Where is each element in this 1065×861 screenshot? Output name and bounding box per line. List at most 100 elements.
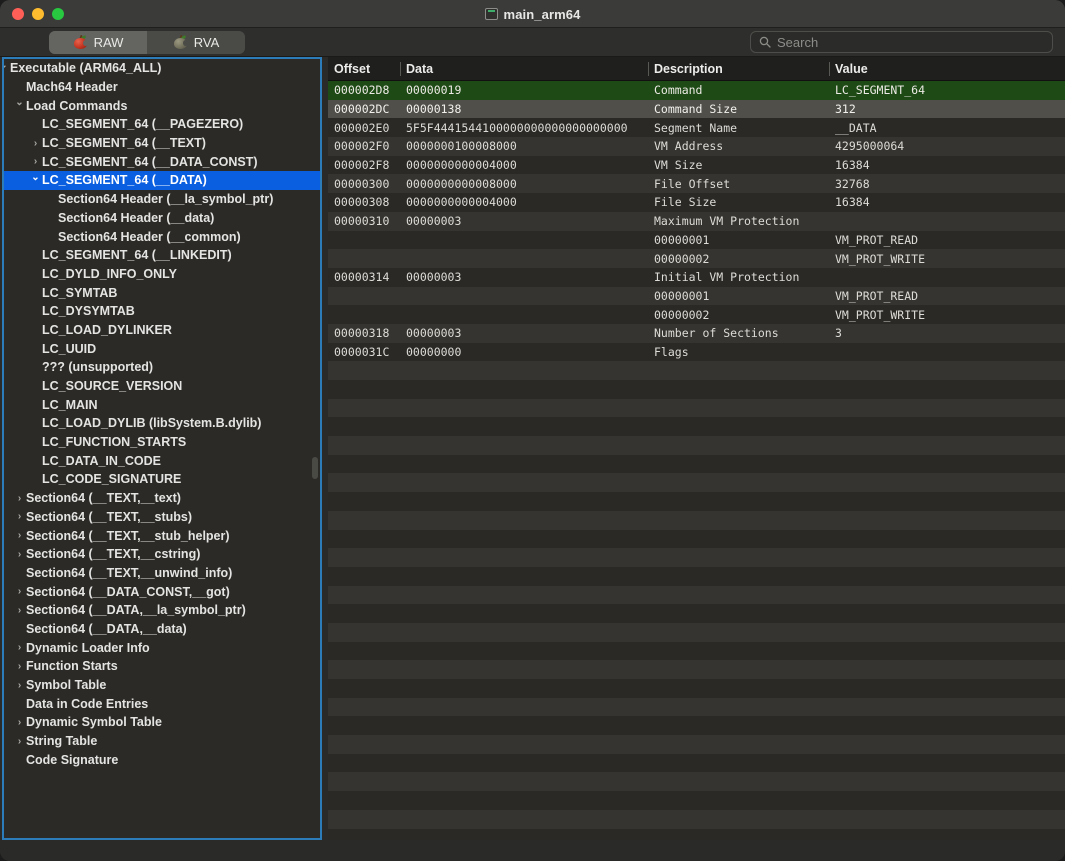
- sidebar-item-20[interactable]: LC_FUNCTION_STARTS: [4, 433, 320, 452]
- column-header-data[interactable]: Data: [400, 57, 433, 81]
- chevron-right-icon[interactable]: ›: [13, 676, 26, 695]
- sidebar-item-2[interactable]: ⌄ Load Commands: [4, 96, 320, 115]
- sidebar-item-15[interactable]: LC_UUID: [4, 339, 320, 358]
- table-row[interactable]: 00000300 0000000000008000 File Offset 32768: [328, 174, 1065, 194]
- table-row-empty[interactable]: [328, 604, 1065, 623]
- sidebar-item-29[interactable]: › Section64 (__DATA,__la_symbol_ptr): [4, 601, 320, 620]
- chevron-right-icon[interactable]: ›: [13, 508, 26, 527]
- table-row-empty[interactable]: [328, 735, 1065, 754]
- table-row[interactable]: 000002D8 00000019 Command LC_SEGMENT_64: [328, 81, 1065, 100]
- sidebar-item-21[interactable]: LC_DATA_IN_CODE: [4, 451, 320, 470]
- sidebar-item-1[interactable]: Mach64 Header: [4, 78, 320, 97]
- table-row-empty[interactable]: [328, 510, 1065, 530]
- chevron-right-icon[interactable]: ›: [13, 526, 26, 545]
- column-header-value[interactable]: Value: [829, 57, 868, 81]
- sidebar-item-9[interactable]: Section64 Header (__common): [4, 227, 320, 246]
- table-row[interactable]: 000002DC 00000138 Command Size 312: [328, 99, 1065, 119]
- view-mode-segmented-control[interactable]: RAW RVA: [49, 31, 245, 54]
- chevron-right-icon[interactable]: ›: [13, 657, 26, 676]
- chevron-right-icon[interactable]: ›: [13, 713, 26, 732]
- table-row[interactable]: 00000001 VM_PROT_READ: [328, 286, 1065, 306]
- column-header-description[interactable]: Description: [648, 57, 723, 81]
- table-row[interactable]: 000002F0 0000000100008000 VM Address 429500…: [328, 137, 1065, 156]
- table-row-empty[interactable]: [328, 791, 1065, 810]
- sidebar-item-13[interactable]: LC_DYSYMTAB: [4, 302, 320, 321]
- chevron-right-icon[interactable]: ›: [13, 489, 26, 508]
- table-row[interactable]: 00000318 00000003 Number of Sections 3: [328, 323, 1065, 343]
- sidebar-item-8[interactable]: Section64 Header (__data): [4, 209, 320, 228]
- table-row-empty[interactable]: [328, 436, 1065, 455]
- tab-rva[interactable]: RVA: [147, 31, 245, 54]
- sidebar-item-32[interactable]: › Function Starts: [4, 657, 320, 676]
- sidebar-item-12[interactable]: LC_SYMTAB: [4, 283, 320, 302]
- chevron-right-icon[interactable]: ›: [29, 134, 42, 153]
- table-row-empty[interactable]: [328, 380, 1065, 399]
- table-row-empty[interactable]: [328, 398, 1065, 418]
- table-row-empty[interactable]: [328, 697, 1065, 717]
- table-row-empty[interactable]: [328, 473, 1065, 493]
- table-row-empty[interactable]: [328, 716, 1065, 736]
- sidebar-item-5[interactable]: › LC_SEGMENT_64 (__DATA_CONST): [4, 152, 320, 171]
- sidebar-item-22[interactable]: LC_CODE_SIGNATURE: [4, 470, 320, 489]
- chevron-right-icon[interactable]: ›: [13, 732, 26, 751]
- structure-sidebar[interactable]: ⌄Executable (ARM64_ALL)Mach64 Header⌄Loa…: [2, 57, 322, 840]
- table-row[interactable]: 00000314 00000003 Initial VM Protection: [328, 267, 1065, 287]
- table-row[interactable]: 00000002 VM_PROT_WRITE: [328, 305, 1065, 324]
- sidebar-item-25[interactable]: › Section64 (__TEXT,__stub_helper): [4, 526, 320, 545]
- chevron-down-icon[interactable]: ⌄: [4, 59, 10, 75]
- sidebar-item-7[interactable]: Section64 Header (__la_symbol_ptr): [4, 190, 320, 209]
- chevron-down-icon[interactable]: ⌄: [13, 93, 26, 112]
- sidebar-item-4[interactable]: › LC_SEGMENT_64 (__TEXT): [4, 134, 320, 153]
- table-row-empty[interactable]: [328, 417, 1065, 437]
- table-row-empty[interactable]: [328, 660, 1065, 679]
- table-row-empty[interactable]: [328, 585, 1065, 605]
- table-row-empty[interactable]: [328, 529, 1065, 549]
- sidebar-item-27[interactable]: Section64 (__TEXT,__unwind_info): [4, 564, 320, 583]
- sidebar-item-28[interactable]: › Section64 (__DATA_CONST,__got): [4, 582, 320, 601]
- sidebar-item-11[interactable]: LC_DYLD_INFO_ONLY: [4, 265, 320, 284]
- chevron-right-icon[interactable]: ›: [13, 601, 26, 620]
- detail-table[interactable]: Offset Data Description Value 000002D8 00…: [328, 57, 1065, 840]
- table-row-empty[interactable]: [328, 492, 1065, 511]
- sidebar-item-16[interactable]: ??? (unsupported): [4, 358, 320, 377]
- table-row[interactable]: 000002E0 5F5F4441544100000000000000000000…: [328, 118, 1065, 138]
- table-row[interactable]: 00000001 VM_PROT_READ: [328, 230, 1065, 250]
- sidebar-item-24[interactable]: › Section64 (__TEXT,__stubs): [4, 508, 320, 527]
- sidebar-item-6[interactable]: ⌄ LC_SEGMENT_64 (__DATA): [4, 171, 320, 190]
- chevron-right-icon[interactable]: ›: [13, 582, 26, 601]
- table-row[interactable]: 00000002 VM_PROT_WRITE: [328, 249, 1065, 268]
- tab-raw[interactable]: RAW: [49, 31, 147, 54]
- sidebar-item-19[interactable]: LC_LOAD_DYLIB (libSystem.B.dylib): [4, 414, 320, 433]
- table-row-empty[interactable]: [328, 679, 1065, 698]
- chevron-right-icon[interactable]: ›: [13, 638, 26, 657]
- table-row[interactable]: 0000031C 00000000 Flags: [328, 342, 1065, 362]
- column-header-offset[interactable]: Offset: [328, 57, 370, 81]
- table-row[interactable]: 00000310 00000003 Maximum VM Protection: [328, 211, 1065, 231]
- table-row-empty[interactable]: [328, 641, 1065, 661]
- table-row-empty[interactable]: [328, 622, 1065, 642]
- sidebar-item-36[interactable]: › String Table: [4, 732, 320, 751]
- sidebar-item-17[interactable]: LC_SOURCE_VERSION: [4, 377, 320, 396]
- chevron-right-icon[interactable]: ›: [13, 545, 26, 564]
- table-row[interactable]: 000002F8 0000000000004000 VM Size 16384: [328, 155, 1065, 175]
- sidebar-item-18[interactable]: LC_MAIN: [4, 395, 320, 414]
- chevron-down-icon[interactable]: ⌄: [29, 168, 42, 187]
- sidebar-item-34[interactable]: Data in Code Entries: [4, 694, 320, 713]
- sidebar-item-35[interactable]: › Dynamic Symbol Table: [4, 713, 320, 732]
- sidebar-item-0[interactable]: ⌄Executable (ARM64_ALL): [4, 59, 320, 78]
- table-row-empty[interactable]: [328, 361, 1065, 380]
- sidebar-item-30[interactable]: Section64 (__DATA,__data): [4, 620, 320, 639]
- search-field[interactable]: Search: [750, 31, 1053, 53]
- table-row-empty[interactable]: [328, 548, 1065, 567]
- sidebar-item-14[interactable]: LC_LOAD_DYLINKER: [4, 321, 320, 340]
- table-row-empty[interactable]: [328, 454, 1065, 474]
- table-row[interactable]: 00000308 0000000000004000 File Size 16384: [328, 193, 1065, 212]
- sidebar-item-37[interactable]: Code Signature: [4, 750, 320, 769]
- sidebar-item-23[interactable]: › Section64 (__TEXT,__text): [4, 489, 320, 508]
- table-row-empty[interactable]: [328, 809, 1065, 829]
- sidebar-item-26[interactable]: › Section64 (__TEXT,__cstring): [4, 545, 320, 564]
- sidebar-item-31[interactable]: › Dynamic Loader Info: [4, 638, 320, 657]
- sidebar-item-3[interactable]: LC_SEGMENT_64 (__PAGEZERO): [4, 115, 320, 134]
- sidebar-scrollbar[interactable]: [312, 457, 318, 479]
- sidebar-item-10[interactable]: LC_SEGMENT_64 (__LINKEDIT): [4, 246, 320, 265]
